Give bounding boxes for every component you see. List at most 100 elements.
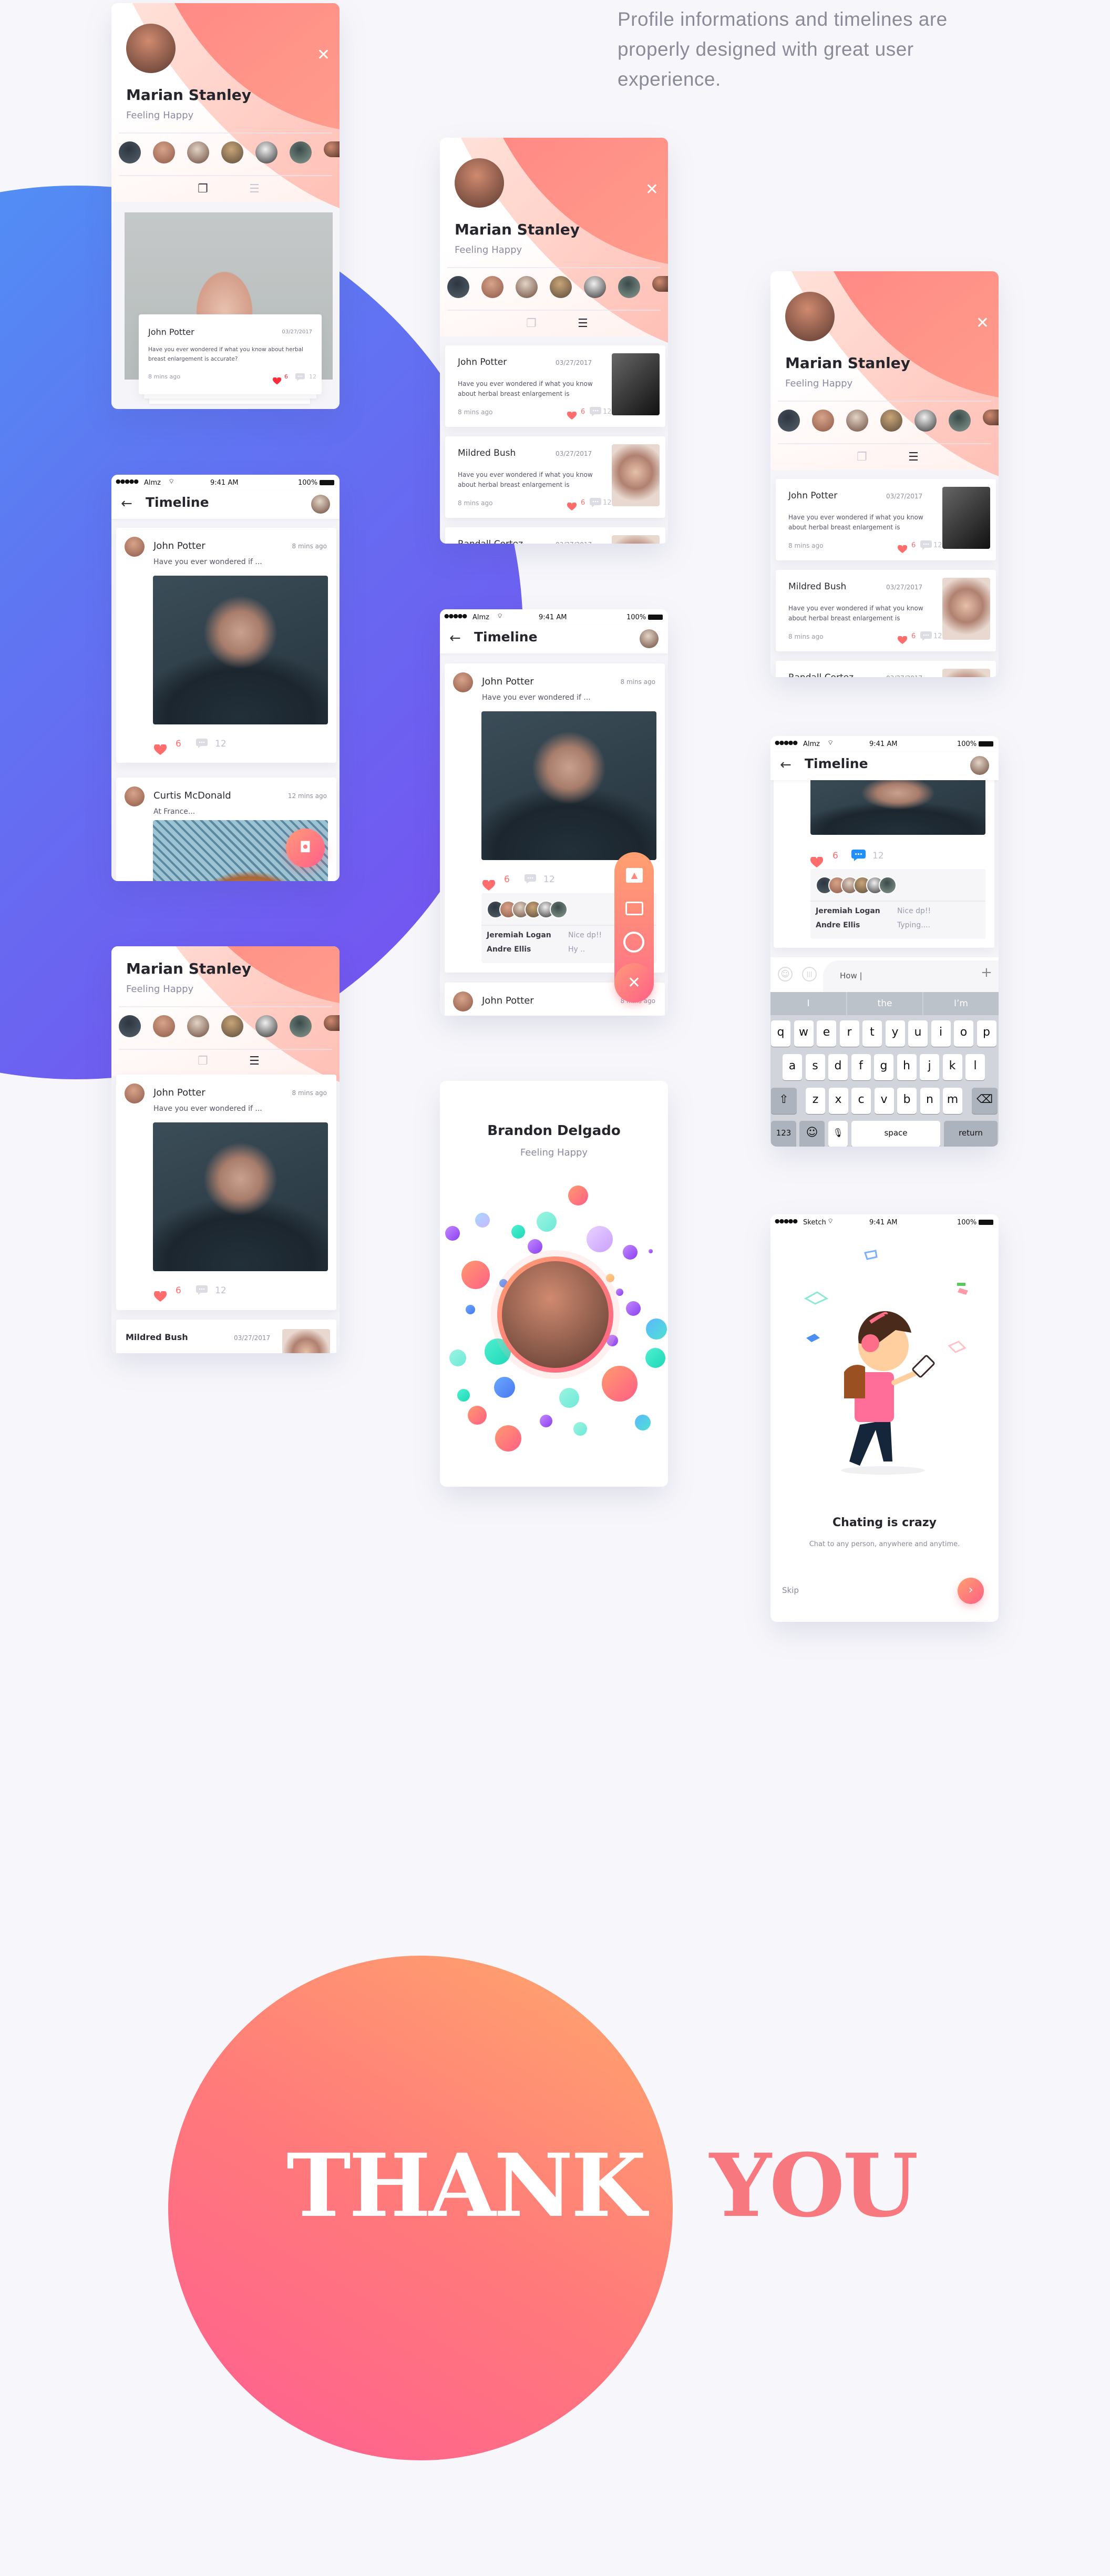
key[interactable]: g — [874, 1054, 893, 1080]
post-card[interactable]: John Potter 03/27/2017 Have you ever wonde… — [445, 345, 665, 427]
heart-icon[interactable] — [897, 545, 908, 554]
heart-icon[interactable] — [482, 879, 496, 891]
key[interactable]: a — [783, 1054, 802, 1080]
back-arrow-icon[interactable]: ← — [780, 757, 792, 773]
friend-avatar[interactable] — [119, 1015, 141, 1037]
camera-icon[interactable] — [625, 902, 643, 915]
skip-button[interactable]: Skip — [782, 1586, 799, 1595]
key[interactable]: m — [943, 1088, 962, 1114]
list-view-icon[interactable]: ☰ — [578, 318, 588, 330]
friend-avatar[interactable] — [880, 410, 902, 432]
heart-icon[interactable] — [897, 636, 908, 645]
friend-avatar[interactable] — [550, 276, 572, 298]
key[interactable]: w — [794, 1020, 814, 1047]
post-card[interactable]: Randall Cortez 03/27/2017 — [776, 661, 996, 677]
post-thumbnail[interactable] — [612, 535, 660, 544]
timeline-post[interactable]: John Potter 8 mins ago Have you ever wonde… — [116, 1075, 336, 1310]
key[interactable]: o — [954, 1020, 973, 1047]
space-key[interactable]: space — [851, 1121, 940, 1147]
comment-icon[interactable] — [196, 739, 208, 750]
list-view-icon[interactable]: ☰ — [249, 1056, 260, 1067]
grid-view-icon[interactable]: ❐ — [526, 318, 537, 330]
key[interactable]: r — [839, 1020, 859, 1047]
post-card[interactable]: Mildred Bush 03/27/2017 Have you ever wond… — [445, 436, 665, 518]
suggestion[interactable]: I’m — [923, 992, 999, 1015]
user-avatar[interactable] — [970, 756, 989, 775]
emoji-icon[interactable]: ☺ — [778, 967, 793, 982]
heart-icon[interactable] — [272, 377, 282, 385]
key[interactable]: q — [771, 1020, 790, 1047]
key[interactable]: f — [851, 1054, 871, 1080]
list-view-icon[interactable]: ☰ — [249, 183, 260, 195]
friend-avatar[interactable] — [584, 276, 606, 298]
friend-avatar[interactable] — [846, 410, 868, 432]
author-avatar[interactable] — [125, 786, 145, 806]
camera-button[interactable]: ◘ — [286, 829, 325, 867]
grid-view-icon[interactable]: ❐ — [198, 183, 208, 195]
friend-avatar[interactable] — [447, 276, 469, 298]
user-avatar[interactable] — [640, 629, 659, 648]
commenter-avatar[interactable] — [550, 901, 568, 918]
mood-avatar[interactable] — [502, 1261, 609, 1368]
friend-avatar[interactable] — [221, 1015, 243, 1037]
mic-key[interactable]: 🎙 — [828, 1121, 848, 1147]
comment-icon[interactable] — [920, 631, 932, 643]
key[interactable]: p — [977, 1020, 996, 1047]
friend-avatar[interactable] — [153, 141, 175, 163]
post-photo[interactable] — [153, 1122, 328, 1271]
user-avatar[interactable] — [311, 495, 330, 514]
post-thumbnail[interactable] — [612, 444, 660, 506]
key[interactable]: l — [965, 1054, 985, 1080]
post-thumbnail[interactable] — [612, 353, 660, 415]
profile-avatar[interactable] — [126, 24, 176, 73]
key[interactable]: j — [920, 1054, 939, 1080]
post-photo[interactable] — [481, 711, 656, 860]
friend-avatar[interactable] — [119, 141, 141, 163]
friend-avatar[interactable] — [949, 410, 971, 432]
post-card[interactable]: John Potter 03/27/2017 Have you ever wonde… — [139, 314, 322, 394]
back-arrow-icon[interactable]: ← — [121, 496, 132, 512]
suggestion[interactable]: I — [770, 992, 846, 1015]
numbers-key[interactable]: 123 — [771, 1121, 796, 1147]
post-card[interactable]: Mildred Bush 03/27/2017 — [116, 1320, 336, 1353]
key[interactable]: e — [817, 1020, 836, 1047]
comment-icon[interactable] — [590, 407, 601, 418]
key[interactable]: h — [897, 1054, 917, 1080]
close-menu-button[interactable]: ✕ — [614, 963, 654, 1003]
key[interactable]: d — [828, 1054, 848, 1080]
comment-icon[interactable] — [525, 874, 536, 886]
friend-avatar[interactable] — [481, 276, 503, 298]
heart-icon[interactable] — [567, 502, 577, 511]
profile-avatar[interactable] — [455, 158, 504, 208]
friend-avatar[interactable] — [324, 141, 340, 157]
comment-icon[interactable] — [920, 540, 932, 552]
post-thumbnail[interactable] — [942, 487, 990, 549]
post-card[interactable]: John Potter 03/27/2017 Have you ever wonde… — [776, 479, 996, 560]
friend-avatar[interactable] — [221, 141, 243, 163]
friend-avatar[interactable] — [652, 276, 668, 292]
friend-avatar[interactable] — [187, 141, 209, 163]
comment-icon[interactable] — [590, 498, 601, 509]
voice-icon[interactable]: ||| — [802, 967, 817, 982]
post-photo[interactable] — [153, 576, 328, 724]
back-arrow-icon[interactable]: ← — [449, 630, 461, 646]
comment-icon[interactable] — [295, 373, 305, 383]
timeline-post[interactable]: John Potter 8 mins ago Have you ever wonde… — [116, 528, 336, 763]
friend-avatar[interactable] — [153, 1015, 175, 1037]
emoji-key[interactable]: ☺ — [799, 1121, 825, 1147]
post-card[interactable]: Mildred Bush 03/27/2017 Have you ever wond… — [776, 570, 996, 651]
key[interactable]: b — [897, 1088, 917, 1114]
post-thumbnail[interactable] — [942, 669, 990, 677]
friend-avatar[interactable] — [290, 141, 312, 163]
key[interactable]: c — [851, 1088, 871, 1114]
friend-avatar[interactable] — [516, 276, 538, 298]
author-avatar[interactable] — [453, 672, 473, 692]
author-avatar[interactable] — [125, 537, 145, 557]
heart-icon[interactable] — [810, 856, 824, 868]
commenter-avatar[interactable] — [879, 876, 897, 894]
suggestion[interactable]: the — [847, 992, 922, 1015]
shift-key[interactable]: ⇧ — [771, 1088, 797, 1114]
friend-avatar[interactable] — [324, 1015, 340, 1031]
record-icon[interactable] — [623, 932, 644, 953]
author-avatar[interactable] — [453, 991, 473, 1011]
